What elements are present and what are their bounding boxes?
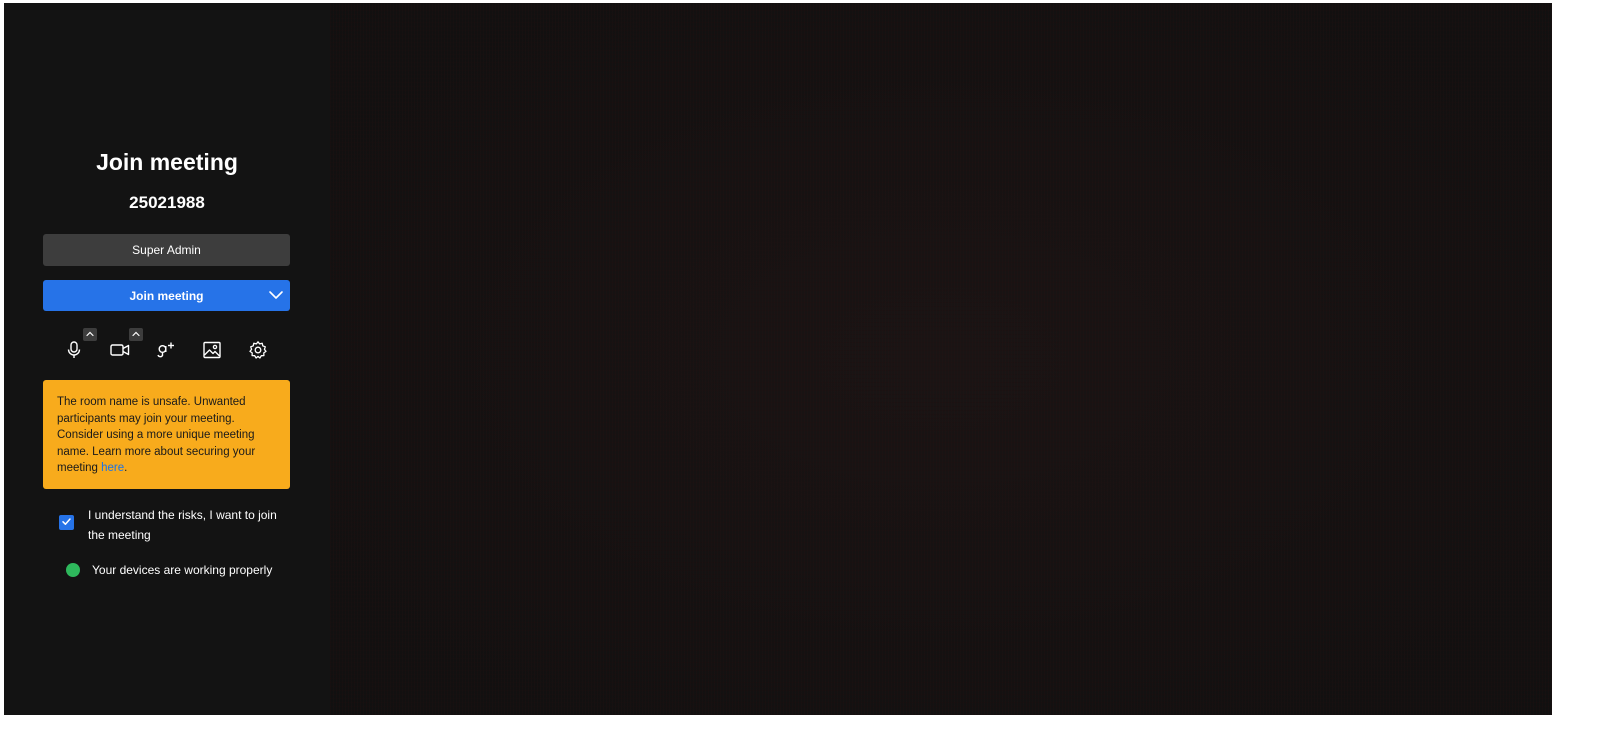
prejoin-panel: Join meeting 25021988 Super Admin Join m… <box>4 3 330 715</box>
warning-text: The room name is unsafe. Unwanted partic… <box>57 396 256 474</box>
page-title: Join meeting <box>96 149 238 175</box>
device-status-label: Your devices are working properly <box>92 563 273 577</box>
microphone-options-button[interactable] <box>83 328 97 341</box>
risk-consent-label[interactable]: I understand the risks, I want to join t… <box>88 505 288 545</box>
warning-suffix: . <box>124 462 128 474</box>
invite-user-icon <box>155 340 177 365</box>
chevron-up-icon <box>85 326 95 344</box>
join-meeting-button[interactable]: Join meeting <box>43 280 290 311</box>
virtual-background-button[interactable] <box>199 339 225 365</box>
camera-button[interactable] <box>107 339 133 365</box>
device-status: Your devices are working properly <box>66 561 306 579</box>
background-image-icon <box>202 340 222 365</box>
camera-options-button[interactable] <box>129 328 143 341</box>
chevron-down-icon[interactable] <box>268 287 284 303</box>
microphone-icon <box>64 340 84 365</box>
room-id: 25021988 <box>129 193 205 212</box>
invite-people-button[interactable] <box>153 339 179 365</box>
unsafe-room-warning: The room name is unsafe. Unwanted partic… <box>43 380 290 489</box>
risk-consent-checkbox[interactable] <box>59 515 74 530</box>
settings-button[interactable] <box>245 339 271 365</box>
meeting-window: Join meeting 25021988 Super Admin Join m… <box>4 3 1552 715</box>
learn-more-link[interactable]: here <box>101 462 124 474</box>
camera-preview <box>330 3 1552 715</box>
display-name-field[interactable]: Super Admin <box>43 234 290 266</box>
chevron-up-icon <box>131 326 141 344</box>
settings-gear-icon <box>248 340 268 365</box>
microphone-button[interactable] <box>61 339 87 365</box>
prejoin-toolbar <box>4 328 330 367</box>
checkmark-icon <box>61 514 72 532</box>
camera-icon <box>109 340 131 365</box>
display-name-value: Super Admin <box>132 243 201 257</box>
join-meeting-label: Join meeting <box>129 288 204 303</box>
status-ok-indicator <box>66 563 80 577</box>
risk-consent: I understand the risks, I want to join t… <box>59 505 289 545</box>
